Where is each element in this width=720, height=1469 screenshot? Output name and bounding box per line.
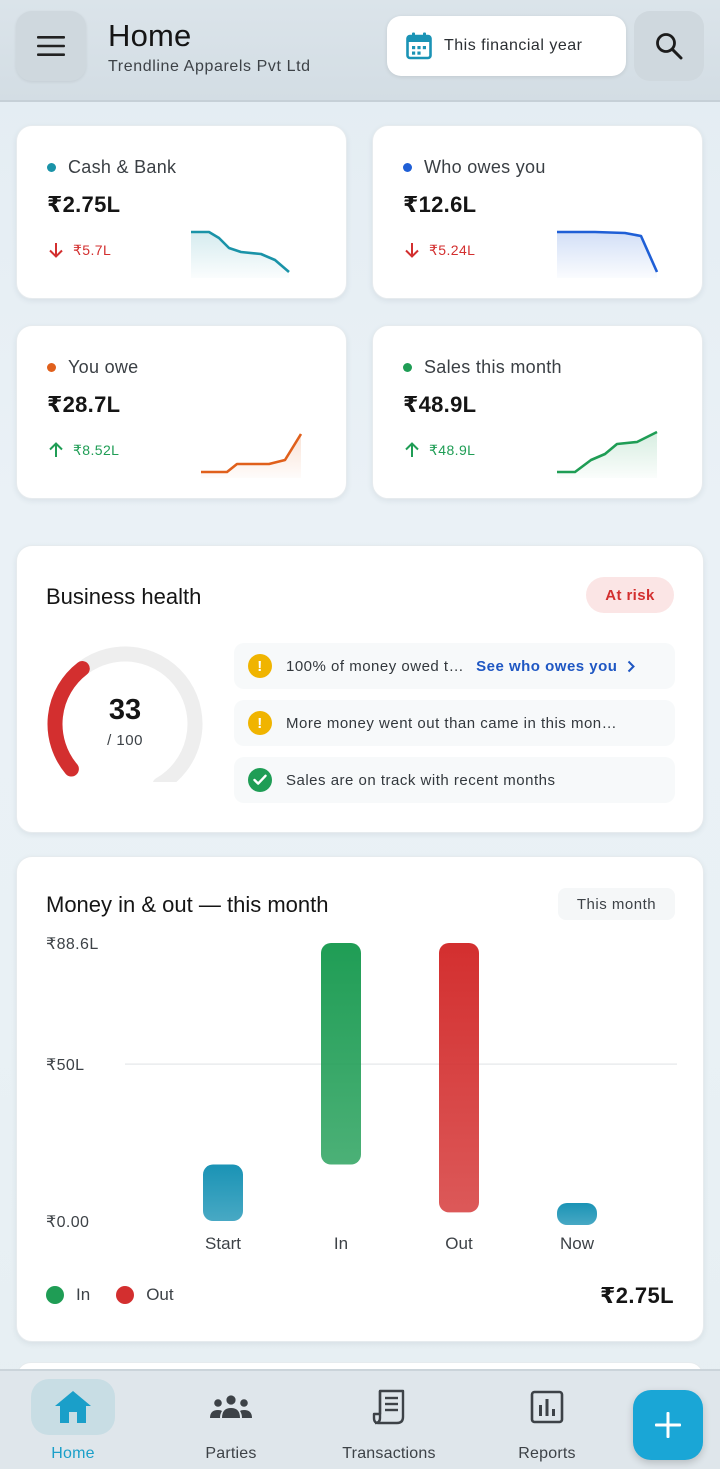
hamburger-icon [37, 36, 65, 56]
bar-now [557, 1203, 597, 1225]
bar-start [203, 1164, 243, 1221]
legend-swatch [46, 1286, 64, 1304]
x-category-label: Start [205, 1234, 241, 1253]
stat-change: ₹48.9L [429, 441, 476, 458]
y-tick-label: ₹88.6L [46, 936, 99, 953]
nav-label: Reports [518, 1445, 576, 1462]
stat-change: ₹8.52L [73, 441, 120, 458]
status-dot [47, 363, 56, 372]
link-label: See who owes you [476, 657, 618, 675]
stat-label: You owe [68, 357, 139, 377]
app-header: Home Trendline Apparels Pvt Ltd This fin… [0, 0, 720, 102]
legend-label: In [76, 1285, 91, 1304]
sparkline-sales [557, 430, 658, 478]
y-tick-label: ₹50L [46, 1057, 84, 1074]
nav-transactions[interactable]: Transactions [324, 1379, 454, 1463]
check-icon [248, 768, 272, 792]
status-dot [47, 163, 56, 172]
status-badge: At risk [586, 577, 674, 613]
search-button[interactable] [634, 11, 704, 81]
insight-text: Sales are on track with recent months [286, 771, 556, 789]
page-title: Home [108, 18, 192, 53]
stat-card-cash-bank[interactable]: Cash & Bank ₹2.75L ₹5.7L [16, 125, 347, 299]
closing-balance: ₹2.75L [600, 1283, 674, 1308]
insight-text: 100% of money owed t… [286, 657, 465, 675]
nav-home[interactable]: Home [8, 1379, 138, 1463]
warning-icon: ! [248, 654, 272, 678]
reports-icon [530, 1390, 564, 1424]
stat-card-sales-this-month[interactable]: Sales this month ₹48.9L ₹48.9L [372, 325, 703, 499]
sparkline-who-owes-you [557, 230, 659, 278]
health-score: 33 [108, 694, 142, 726]
money-waterfall-chart: ₹88.6L ₹50L ₹0.00 Start In Out Now [46, 936, 677, 1253]
stat-label: Sales this month [424, 357, 562, 377]
see-who-owes-you-link[interactable]: See who owes you [476, 657, 636, 675]
business-health-card: Business health At risk 33 / 100 ! 100% … [16, 545, 704, 833]
insight-row: Sales are on track with recent months [234, 757, 675, 803]
plus-icon [655, 1412, 681, 1438]
section-title: Business health [46, 584, 202, 609]
stat-label: Cash & Bank [68, 157, 177, 177]
legend-item-in: In [46, 1285, 90, 1305]
stat-value: ₹12.6L [403, 192, 477, 217]
period-selector[interactable]: This financial year [387, 16, 626, 76]
bar-out [439, 943, 479, 1213]
nav-label: Transactions [342, 1445, 436, 1462]
y-tick-label: ₹0.00 [46, 1214, 89, 1231]
stat-change: ₹5.7L [73, 241, 112, 258]
transactions-icon [372, 1389, 405, 1425]
stat-card-you-owe[interactable]: You owe ₹28.7L ₹8.52L [16, 325, 347, 499]
stat-change: ₹5.24L [429, 241, 476, 258]
stat-label: Who owes you [424, 157, 546, 177]
nav-label: Parties [205, 1445, 257, 1462]
nav-reports[interactable]: Reports [482, 1379, 612, 1463]
legend-swatch [116, 1286, 135, 1304]
stat-value: ₹2.75L [47, 192, 121, 217]
period-label: This financial year [444, 37, 583, 54]
stat-value: ₹28.7L [47, 392, 121, 417]
sparkline-cash-bank [191, 230, 290, 278]
arrow-down-icon [49, 243, 63, 258]
health-score-max: / 100 [107, 732, 143, 749]
arrow-up-icon [49, 442, 63, 457]
x-category-label: Out [445, 1234, 473, 1253]
bar-in [321, 943, 361, 1165]
arrow-down-icon [405, 243, 419, 258]
money-in-out-card: Money in & out — this month This month ₹… [16, 856, 704, 1342]
x-category-label: In [334, 1234, 348, 1253]
legend-label: Out [146, 1285, 174, 1304]
home-icon [55, 1391, 91, 1423]
chart-legend: In Out [46, 1285, 200, 1305]
stat-value: ₹48.9L [403, 392, 477, 417]
status-dot [403, 163, 412, 172]
parties-icon [210, 1395, 252, 1418]
insight-row[interactable]: ! 100% of money owed t… See who owes you [234, 643, 675, 689]
legend-item-out: Out [116, 1285, 174, 1305]
nav-label: Home [51, 1445, 95, 1462]
chevron-right-icon [628, 660, 636, 672]
sparkline-you-owe [201, 433, 303, 478]
insight-row: ! More money went out than came in this … [234, 700, 675, 746]
nav-parties[interactable]: Parties [166, 1379, 296, 1463]
calendar-icon [406, 32, 432, 60]
arrow-up-icon [405, 442, 419, 457]
menu-button[interactable] [16, 11, 86, 81]
insight-text: More money went out than came in this mo… [286, 714, 618, 732]
x-category-label: Now [560, 1234, 595, 1253]
search-icon [656, 33, 683, 60]
company-name: Trendline Apparels Pvt Ltd [108, 58, 311, 75]
bottom-navigation: Home Parties Transactions Reports [0, 1369, 720, 1469]
status-dot [403, 363, 412, 372]
add-button[interactable] [633, 1390, 703, 1460]
stat-card-who-owes-you[interactable]: Who owes you ₹12.6L ₹5.24L [372, 125, 703, 299]
warning-icon: ! [248, 711, 272, 735]
